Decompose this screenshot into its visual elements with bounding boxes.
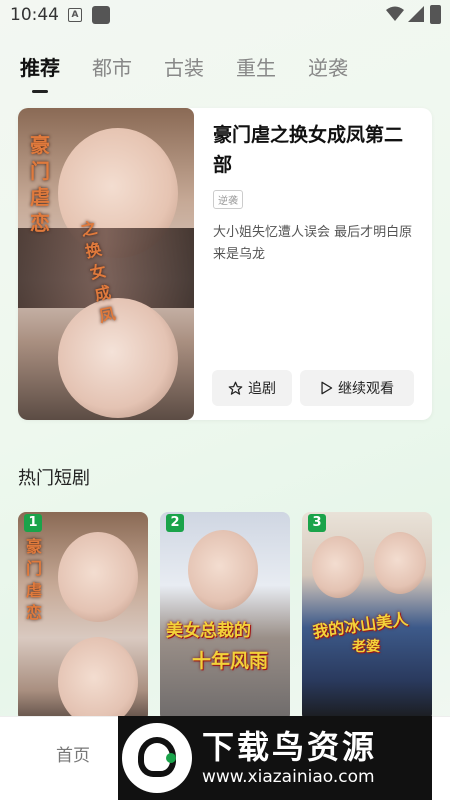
notification-a-icon: A (68, 8, 82, 22)
featured-poster[interactable]: 豪门虐恋 之换女成凤 (18, 108, 194, 420)
notification-square-icon (92, 6, 110, 24)
status-time: 10:44 (10, 5, 59, 25)
watermark-url: www.xiazainiao.com (202, 767, 375, 787)
hot-drama-card-1[interactable]: 豪门虐恋 1 (18, 512, 148, 722)
star-icon (228, 381, 243, 395)
watermark-name: 下载鸟资源 (202, 728, 378, 766)
status-bar: 10:44 A (0, 0, 450, 30)
tab-comeback[interactable]: 逆袭 (308, 52, 348, 81)
battery-icon (430, 5, 441, 24)
continue-button-label: 继续观看 (338, 381, 394, 397)
thumb-caption-line1: 美女总裁的 (166, 621, 251, 641)
thumb-face (58, 532, 138, 622)
thumb-face (374, 532, 426, 594)
hot-drama-card-2[interactable]: 美女总裁的 十年风雨 2 (160, 512, 290, 722)
wifi-icon (386, 6, 404, 21)
genre-tag: 逆袭 (213, 190, 243, 209)
signal-icon (408, 6, 424, 22)
thumb-face (188, 530, 258, 610)
bird-logo-icon (122, 723, 192, 793)
thumb-title-text: 豪门虐恋 (26, 537, 43, 622)
rank-badge: 2 (166, 514, 184, 532)
tab-recommended[interactable]: 推荐 (20, 52, 60, 81)
hot-dramas-heading: 热门短剧 (18, 468, 90, 489)
featured-title: 豪门虐之换女成凤第二部 (213, 124, 404, 176)
continue-watching-button[interactable]: 继续观看 (300, 370, 414, 406)
featured-description: 大小姐失忆遭人误会 最后才明白原来是乌龙 (213, 225, 413, 262)
thumb-caption-line2: 十年风雨 (192, 650, 269, 672)
watermark-banner: 下载鸟资源 www.xiazainiao.com (118, 716, 432, 800)
tab-rebirth[interactable]: 重生 (236, 52, 276, 81)
featured-card[interactable]: 豪门虐恋 之换女成凤 豪门虐之换女成凤第二部 逆袭 大小姐失忆遭人误会 最后才明… (18, 108, 432, 420)
logo-dot (166, 753, 176, 763)
thumb-caption-line2: 老婆 (352, 639, 380, 655)
follow-button[interactable]: 追剧 (212, 370, 292, 406)
thumb-face (58, 637, 138, 722)
poster-title-text: 豪门虐恋 (30, 133, 50, 235)
watermark-text: 下载鸟资源 www.xiazainiao.com (202, 728, 377, 788)
hot-drama-card-3[interactable]: 我的冰山美人 老婆 3 (302, 512, 432, 722)
tab-costume[interactable]: 古装 (164, 52, 204, 81)
tab-urban[interactable]: 都市 (92, 52, 132, 81)
nav-home[interactable]: 首页 (56, 741, 90, 766)
rank-badge: 1 (24, 514, 42, 532)
follow-button-label: 追剧 (248, 381, 276, 397)
play-icon (321, 381, 333, 395)
category-tabs: 推荐 都市 古装 重生 逆袭 (20, 52, 380, 81)
rank-badge: 3 (308, 514, 326, 532)
thumb-face (312, 536, 364, 598)
